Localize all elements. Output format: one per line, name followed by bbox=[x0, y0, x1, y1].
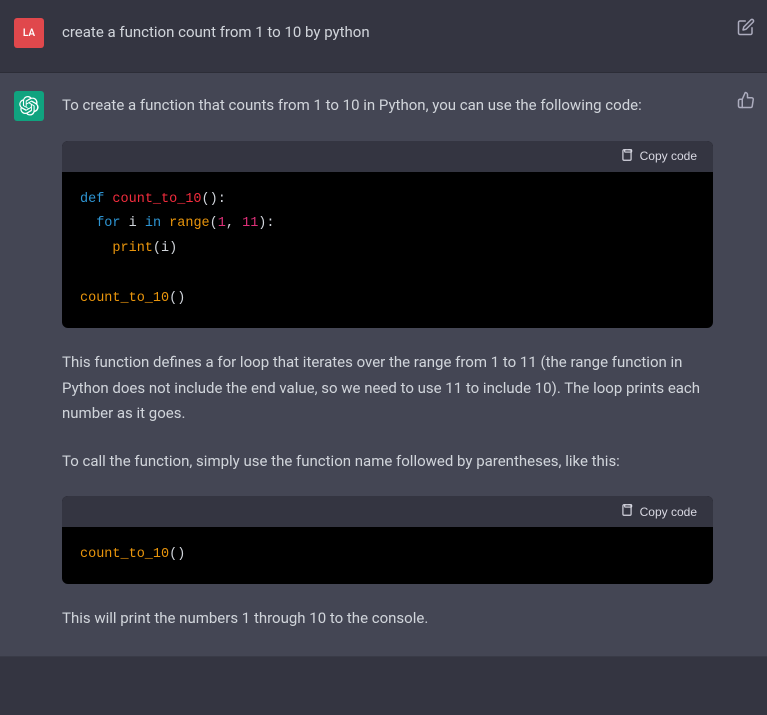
call-fn: count_to_10 bbox=[80, 547, 169, 562]
assistant-explain-2: To call the function, simply use the fun… bbox=[62, 449, 713, 475]
assistant-avatar bbox=[14, 91, 44, 121]
copy-code-button[interactable]: Copy code bbox=[620, 503, 697, 520]
user-message-row: LA create a function count from 1 to 10 … bbox=[0, 0, 767, 73]
kw-in: in bbox=[145, 216, 161, 231]
user-avatar: LA bbox=[14, 18, 44, 48]
code-header: Copy code bbox=[62, 141, 713, 172]
clipboard-icon bbox=[620, 148, 634, 165]
fn-name: count_to_10 bbox=[112, 192, 201, 207]
kw-def: def bbox=[80, 192, 104, 207]
assistant-explain-3: This will print the numbers 1 through 10… bbox=[62, 606, 713, 632]
num-1: 1 bbox=[218, 216, 226, 231]
call-fn: count_to_10 bbox=[80, 291, 169, 306]
user-message-content: create a function count from 1 to 10 by … bbox=[62, 18, 753, 46]
fn-print: print bbox=[112, 241, 153, 256]
thumbs-up-icon[interactable] bbox=[737, 91, 757, 111]
code-body-2: count_to_10() bbox=[62, 527, 713, 584]
code-body-1: def count_to_10(): for i in range(1, 11)… bbox=[62, 172, 713, 329]
user-message-text: create a function count from 1 to 10 by … bbox=[62, 20, 713, 46]
arg-i: i bbox=[161, 241, 169, 256]
clipboard-icon bbox=[620, 503, 634, 520]
copy-code-label: Copy code bbox=[640, 505, 697, 519]
var-i: i bbox=[129, 216, 137, 231]
code-block-2: Copy code count_to_10() bbox=[62, 496, 713, 584]
kw-for: for bbox=[96, 216, 120, 231]
code-block-1: Copy code def count_to_10(): for i in ra… bbox=[62, 141, 713, 329]
assistant-explain-1: This function defines a for loop that it… bbox=[62, 350, 713, 427]
edit-icon[interactable] bbox=[737, 18, 757, 38]
copy-code-button[interactable]: Copy code bbox=[620, 148, 697, 165]
assistant-message-row: To create a function that counts from 1 … bbox=[0, 73, 767, 657]
code-header: Copy code bbox=[62, 496, 713, 527]
assistant-message-content: To create a function that counts from 1 … bbox=[62, 91, 753, 632]
fn-range: range bbox=[169, 216, 210, 231]
copy-code-label: Copy code bbox=[640, 149, 697, 163]
user-avatar-label: LA bbox=[23, 28, 35, 39]
assistant-intro-text: To create a function that counts from 1 … bbox=[62, 93, 713, 119]
num-11: 11 bbox=[242, 216, 258, 231]
